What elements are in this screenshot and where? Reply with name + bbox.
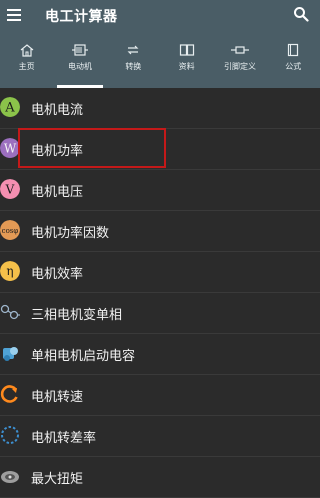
tab-formula[interactable]: 公式 [267,39,320,88]
list-item-three-to-single-phase[interactable]: 三相电机变单相 [0,293,320,334]
list-item-label: 电机电压 [31,185,84,200]
eta-icon: η [0,261,20,281]
list-item-label: 电机转差率 [31,431,97,446]
svg-text:η: η [6,264,13,278]
letter-w-icon: W [0,138,20,158]
list-item-label: 电机功率因数 [31,226,110,241]
formula-icon [288,43,299,57]
tab-materials-label: 资料 [178,62,195,71]
list-item-max-torque[interactable]: 最大扭矩 [0,457,320,498]
rotation-icon [0,384,20,404]
list-item-label: 电机转速 [31,390,84,405]
tab-pin-definition[interactable]: 引脚定义 [213,39,266,88]
tab-pin-definition-label: 引脚定义 [223,62,256,71]
svg-text:W: W [4,142,17,156]
top-toolbar: 电工计算器 [0,0,320,32]
tab-bar: 主页 电动机 转换 资料 引脚定义 公式 [0,39,320,88]
tab-convert-label: 转换 [125,62,142,71]
list-item-motor-speed[interactable]: 电机转速 [0,375,320,416]
tab-motor-label: 电动机 [67,62,92,71]
tab-home[interactable]: 主页 [0,39,53,88]
app-bar: 电工计算器 主页 电动机 转换 资料 引脚定义 公式 [0,0,320,88]
convert-icon [127,45,139,55]
search-icon[interactable] [293,6,309,22]
list-item-label: 三相电机变单相 [31,308,123,323]
app-title: 电工计算器 [45,9,118,25]
torque-icon [0,466,20,486]
pin-icon [230,46,249,54]
menu-icon[interactable] [7,9,21,21]
list-item-label: 最大扭矩 [31,472,84,487]
phase-convert-icon [0,302,20,322]
list-item-motor-efficiency[interactable]: η 电机效率 [0,252,320,293]
capacitor-icon [0,343,20,363]
tab-home-label: 主页 [18,62,35,71]
book-icon [179,44,194,56]
list-item-motor-voltage[interactable]: V 电机电压 [0,170,320,211]
home-icon [20,44,34,57]
list-item-start-capacitor[interactable]: 单相电机启动电容 [0,334,320,375]
list-item-slip-rate[interactable]: 电机转差率 [0,416,320,457]
tab-materials[interactable]: 资料 [160,39,213,88]
tab-convert[interactable]: 转换 [107,39,160,88]
tab-formula-label: 公式 [285,62,302,71]
list-item-label: 电机效率 [31,267,84,282]
list-item-label: 电机电流 [31,103,84,118]
list-item-power-factor[interactable]: cosφ 电机功率因数 [0,211,320,252]
letter-a-icon: A [0,97,20,117]
cos-phi-icon: cosφ [0,220,20,240]
tab-motor[interactable]: 电动机 [53,39,106,88]
letter-v-icon: V [0,179,20,199]
svg-text:cosφ: cosφ [2,227,19,235]
list-item-label: 单相电机启动电容 [31,349,136,364]
svg-text:V: V [5,183,15,197]
highlight-box [18,128,166,168]
list-item-motor-current[interactable]: A 电机电流 [0,88,320,129]
motor-icon [71,44,88,56]
svg-text:A: A [4,101,15,116]
slip-icon [0,425,20,445]
